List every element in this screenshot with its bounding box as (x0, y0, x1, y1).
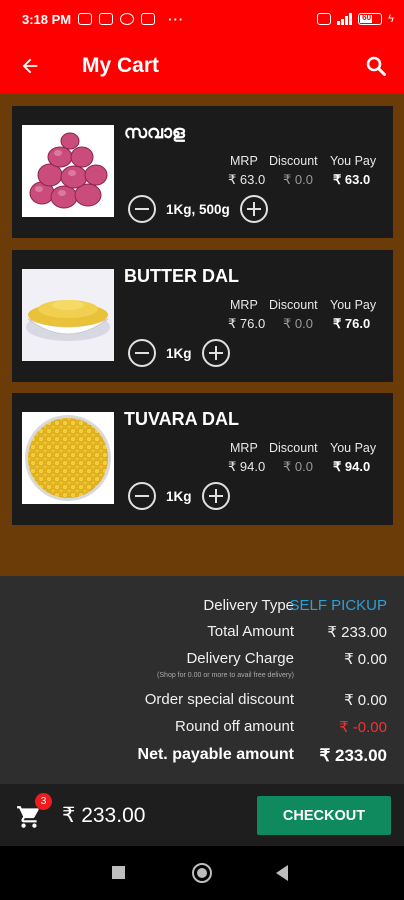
recents-button[interactable] (112, 866, 125, 879)
mrp-value: ₹ 63.0 (228, 172, 266, 187)
increase-quantity-button[interactable] (201, 339, 230, 367)
delivery-charge-value: ₹ 0.00 (344, 651, 387, 668)
product-image-tuvara-dal (22, 412, 114, 504)
round-off-value: ₹ -0.00 (339, 719, 387, 736)
you-pay-header: You Pay (330, 441, 377, 455)
app-bar: My Cart (0, 38, 404, 94)
quantity-stepper: 1Kg, 500g (128, 195, 268, 223)
delivery-type-value[interactable]: SELF PICKUP (289, 597, 387, 614)
tuvara-dal-image (22, 412, 114, 504)
minus-icon (135, 495, 149, 497)
back-button[interactable] (0, 38, 60, 94)
delivery-type-label: Delivery Type (203, 597, 294, 614)
minus-icon (135, 208, 149, 210)
decrease-quantity-button[interactable] (128, 339, 156, 367)
screen-icon (141, 13, 156, 25)
net-payable-label: Net. payable amount (137, 746, 294, 763)
cart-list: സവാള MRP Discount You Pay ₹ 63.0 ₹ 0.0 ₹… (0, 94, 404, 576)
butter-dal-image (22, 269, 114, 361)
cart-item: സവാള MRP Discount You Pay ₹ 63.0 ₹ 0.0 ₹… (12, 106, 393, 238)
product-image-onions (22, 125, 114, 217)
discount-value: ₹ 0.0 (283, 172, 313, 187)
special-discount-label: Order special discount (144, 691, 294, 708)
item-name: BUTTER DAL (124, 266, 239, 286)
system-back-button[interactable] (276, 865, 288, 881)
battery-icon: 60 (358, 13, 383, 25)
home-icon (197, 868, 207, 878)
net-payable-value: ₹ 233.00 (319, 746, 387, 765)
special-discount-value: ₹ 0.00 (344, 692, 387, 709)
discount-value: ₹ 0.0 (283, 316, 313, 331)
you-pay-header: You Pay (330, 154, 377, 168)
you-pay-header: You Pay (330, 298, 377, 312)
quantity-value: 1Kg (166, 345, 192, 361)
battery-level-label: 60 (362, 13, 372, 22)
page-title: My Cart (82, 54, 160, 77)
quantity-stepper: 1Kg (128, 339, 230, 367)
decrease-quantity-button[interactable] (128, 482, 156, 510)
message-icon (78, 13, 93, 25)
quantity-value: 1Kg (166, 488, 192, 504)
discount-header: Discount (269, 298, 318, 312)
cart-total: ₹ 233.00 (62, 804, 146, 827)
signal-icon (337, 13, 353, 25)
total-amount-label: Total Amount (207, 623, 294, 640)
home-button[interactable] (192, 863, 212, 883)
item-name: TUVARA DAL (124, 409, 239, 429)
increase-quantity-button[interactable] (201, 482, 230, 510)
charging-icon: ϟ (388, 13, 394, 25)
notification-icon (99, 13, 114, 25)
total-amount-value: ₹ 233.00 (327, 624, 387, 641)
free-delivery-note: (Shop for 0.00 or more to avail free del… (157, 672, 294, 679)
you-pay-value: ₹ 76.0 (333, 316, 371, 331)
bottom-bar: 3 ₹ 233.00 CHECKOUT (0, 784, 404, 846)
minus-icon (135, 352, 149, 354)
onion-image (22, 125, 114, 217)
you-pay-value: ₹ 94.0 (333, 459, 371, 474)
increase-quantity-button[interactable] (239, 195, 268, 223)
app-notification-icon (120, 13, 135, 25)
delivery-charge-label: Delivery Charge (186, 650, 294, 667)
quantity-stepper: 1Kg (128, 482, 230, 510)
discount-value: ₹ 0.0 (283, 459, 313, 474)
checkout-button[interactable]: CHECKOUT (257, 796, 391, 835)
decrease-quantity-button[interactable] (128, 195, 156, 223)
search-icon (366, 56, 386, 76)
discount-header: Discount (269, 154, 318, 168)
status-time: 3:18 PM (22, 11, 72, 27)
order-summary: Delivery Type SELF PICKUP Total Amount ₹… (0, 576, 404, 784)
mrp-header: MRP (230, 441, 258, 455)
cart-item: TUVARA DAL MRP Discount You Pay ₹ 94.0 ₹… (12, 393, 393, 525)
mrp-value: ₹ 94.0 (228, 459, 266, 474)
system-nav-bar (0, 846, 404, 900)
arrow-left-icon (22, 58, 38, 74)
round-off-label: Round off amount (175, 718, 294, 735)
status-bar: 3:18 PM ··· 60 ϟ (0, 0, 404, 38)
you-pay-value: ₹ 63.0 (333, 172, 371, 187)
more-notifications-icon: ··· (168, 11, 185, 27)
sim-icon (317, 13, 332, 25)
quantity-value: 1Kg, 500g (166, 201, 230, 217)
search-button[interactable] (348, 38, 404, 94)
cart-count-badge: 3 (35, 793, 52, 810)
mrp-value: ₹ 76.0 (228, 316, 266, 331)
item-name: സവാള (124, 122, 185, 142)
mrp-header: MRP (230, 154, 258, 168)
product-image-butter-dal (22, 269, 114, 361)
cart-item: BUTTER DAL MRP Discount You Pay ₹ 76.0 ₹… (12, 250, 393, 382)
mrp-header: MRP (230, 298, 258, 312)
discount-header: Discount (269, 441, 318, 455)
